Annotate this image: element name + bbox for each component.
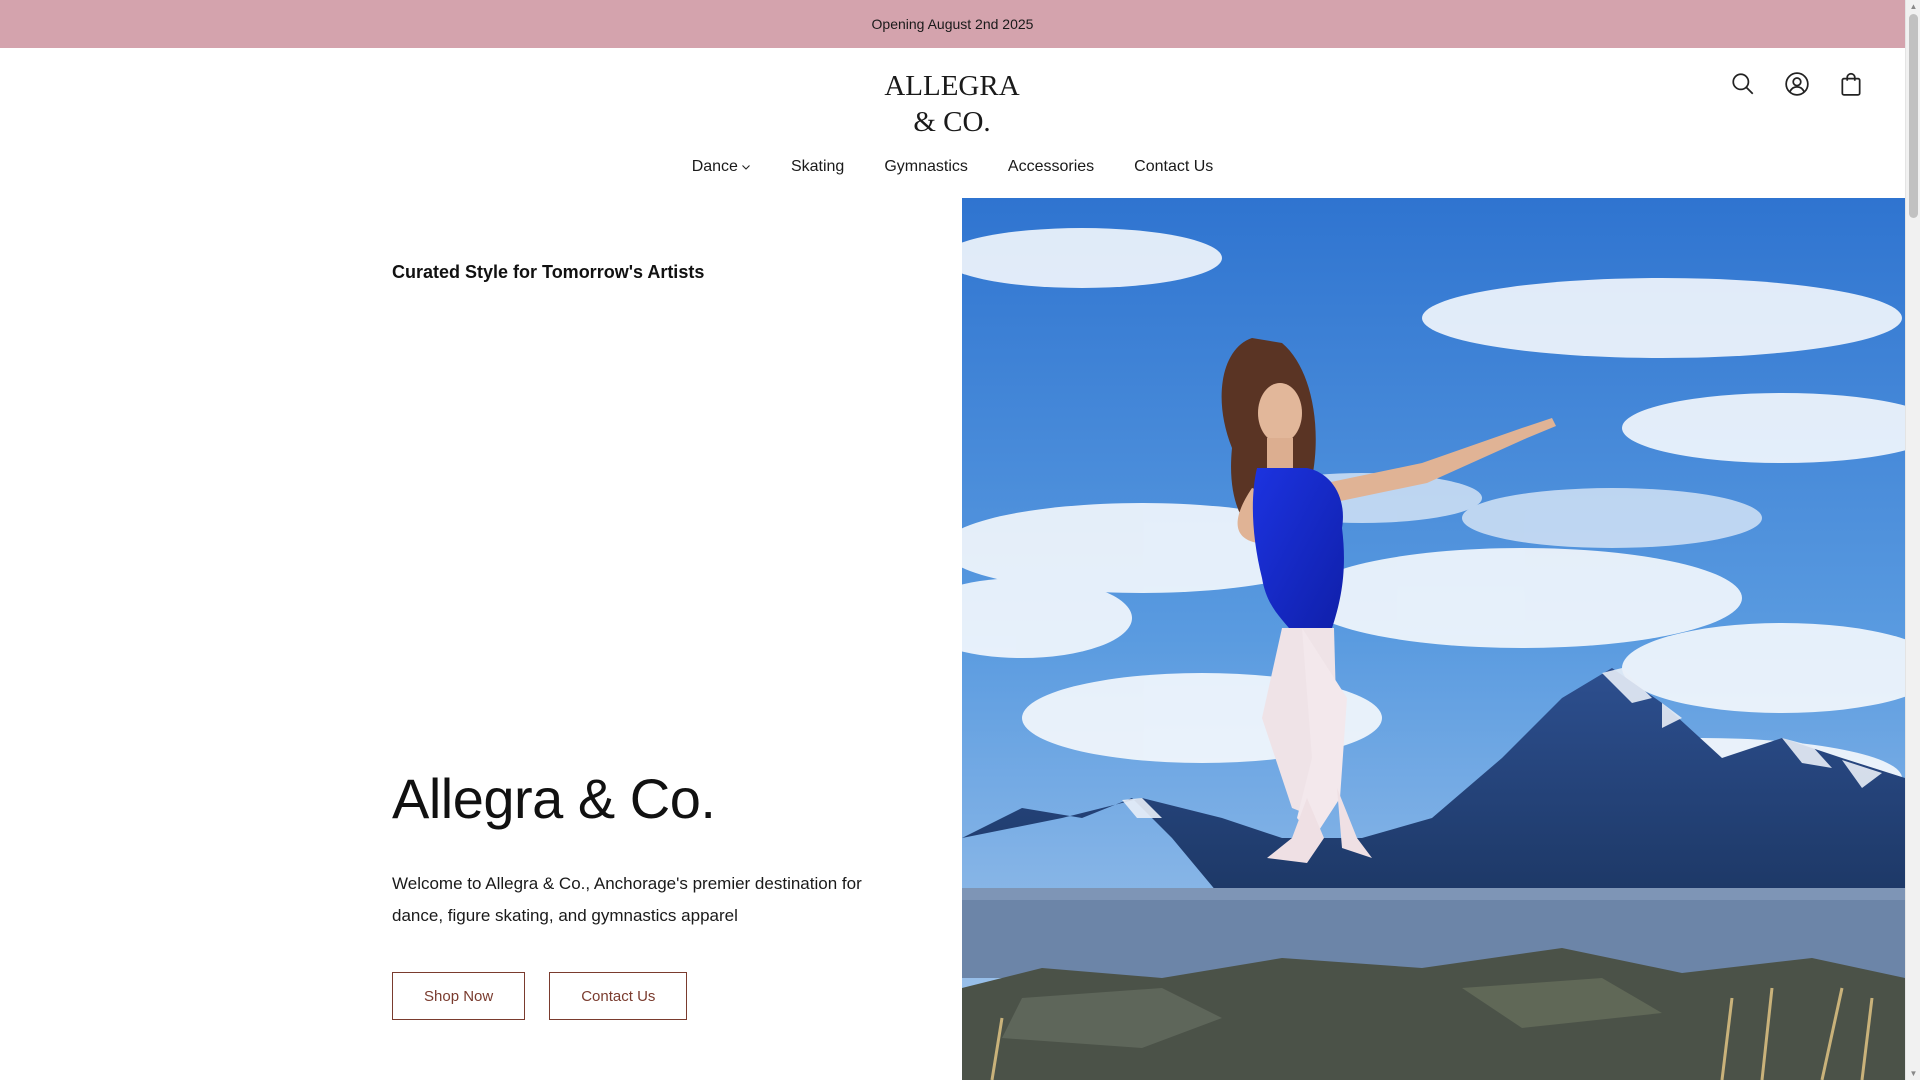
- account-icon[interactable]: [1783, 70, 1811, 98]
- hero-title: Allegra & Co.: [392, 767, 716, 830]
- hero-text-column: Curated Style for Tomorrow's Artists All…: [392, 198, 952, 1080]
- main-nav: Dance Skating Gymnastics Accessories Con…: [0, 156, 1905, 178]
- nav-item-label: Dance: [691, 158, 738, 175]
- nav-item-gymnastics[interactable]: Gymnastics: [864, 156, 988, 178]
- scroll-down-icon[interactable]: ▼: [1909, 1069, 1918, 1078]
- logo[interactable]: ALLEGRA & CO.: [882, 68, 1022, 140]
- site-header: ALLEGRA & CO. Dance Skating Gymnastics A…: [0, 48, 1905, 198]
- nav-item-skating[interactable]: Skating: [771, 156, 864, 178]
- hero-image: [962, 198, 1905, 1080]
- hero-section: Curated Style for Tomorrow's Artists All…: [0, 198, 1905, 1080]
- nav-item-label: Skating: [790, 158, 845, 175]
- chevron-down-icon: [742, 165, 750, 170]
- nav-item-accessories[interactable]: Accessories: [988, 156, 1114, 178]
- hero-tagline: Curated Style for Tomorrow's Artists: [392, 262, 705, 282]
- page-scrollbar[interactable]: ▲ ▼: [1905, 0, 1920, 1080]
- logo-line1: ALLEGRA: [884, 70, 1020, 102]
- contact-us-button[interactable]: Contact Us: [549, 972, 688, 1020]
- nav-item-contact[interactable]: Contact Us: [1114, 156, 1233, 178]
- nav-item-label: Gymnastics: [884, 158, 968, 175]
- cart-icon[interactable]: [1837, 70, 1865, 98]
- shop-now-button[interactable]: Shop Now: [392, 972, 526, 1020]
- hero-description: Welcome to Allegra & Co., Anchorage's pr…: [392, 874, 862, 925]
- announcement-bar: Opening August 2nd 2025: [0, 0, 1905, 48]
- nav-item-dance[interactable]: Dance: [672, 156, 771, 178]
- nav-item-label: Accessories: [1007, 158, 1095, 175]
- logo-line2: & CO.: [913, 106, 991, 138]
- nav-item-label: Contact Us: [1134, 158, 1214, 175]
- scroll-up-icon[interactable]: ▲: [1909, 2, 1918, 11]
- search-icon[interactable]: [1729, 70, 1757, 98]
- header-icons: [1729, 70, 1865, 98]
- announcement-text: Opening August 2nd 2025: [871, 16, 1034, 32]
- scrollbar-thumb[interactable]: [1909, 14, 1918, 218]
- hero-buttons: Shop Now Contact Us: [392, 972, 688, 1020]
